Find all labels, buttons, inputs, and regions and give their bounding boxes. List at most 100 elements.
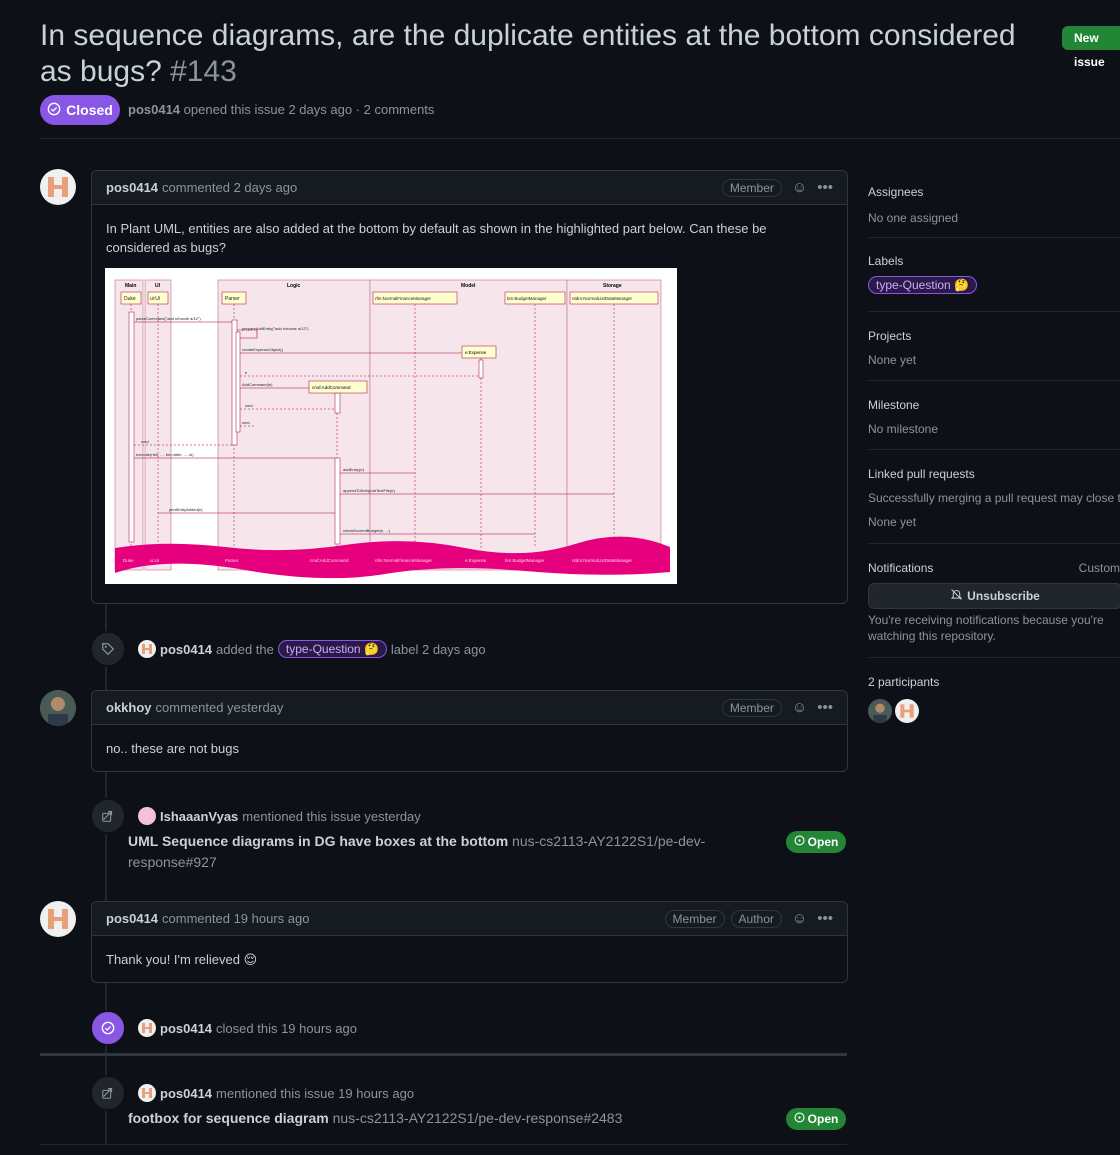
sidebar-value: None yet bbox=[868, 515, 917, 529]
notifications-desc: You're receiving notifications because y… bbox=[868, 613, 1104, 643]
issue-number: #143 bbox=[170, 55, 237, 88]
event-text: label 2 days ago bbox=[390, 641, 486, 657]
sidebar-value: No one assigned bbox=[868, 211, 959, 225]
thinking-emoji-icon: 🤔 bbox=[363, 642, 379, 656]
closed-check-icon bbox=[47, 102, 61, 119]
avatar[interactable] bbox=[40, 901, 76, 937]
issue-author[interactable]: pos0414 bbox=[128, 102, 180, 117]
sidebar-labels[interactable]: Labels type-Question 🤔 bbox=[868, 254, 1120, 294]
sidebar-heading: Milestone bbox=[868, 398, 920, 412]
thinking-emoji-icon: 🤔 bbox=[954, 278, 970, 292]
avatar[interactable] bbox=[138, 640, 156, 658]
state-badge: Closed bbox=[40, 95, 120, 125]
diagram-created: e:Expense bbox=[465, 350, 487, 355]
comment-text: Thank you! I'm relieved bbox=[106, 952, 240, 967]
kebab-icon[interactable]: ••• bbox=[817, 179, 833, 196]
bottom-divider bbox=[40, 1144, 847, 1145]
comment-author[interactable]: pos0414 bbox=[106, 180, 158, 195]
diagram-message: execute(nfm, ..., bm,ntdm, ..., ui) bbox=[136, 452, 194, 457]
event-actor[interactable]: pos0414 bbox=[160, 1086, 212, 1101]
sequence-diagram-image[interactable]: Main UI Logic Model Storage Duke ui:Ui P… bbox=[105, 268, 677, 584]
kebab-icon[interactable]: ••• bbox=[817, 699, 833, 716]
smiley-icon[interactable]: ☺ bbox=[792, 910, 807, 927]
sidebar-participants: 2 participants bbox=[868, 675, 1120, 689]
sidebar-assignees[interactable]: Assignees No one assigned bbox=[868, 185, 1120, 225]
comment-header: pos0414 commented 2 days ago Member ☺ ••… bbox=[92, 171, 847, 205]
smiley-icon[interactable]: ☺ bbox=[792, 699, 807, 716]
event-actor[interactable]: pos0414 bbox=[160, 1021, 212, 1036]
comment-time[interactable]: commented yesterday bbox=[156, 700, 284, 715]
kebab-icon[interactable]: ••• bbox=[817, 910, 833, 927]
diagram-message: cmd bbox=[245, 403, 253, 408]
sidebar-value: None yet bbox=[868, 353, 917, 367]
sidebar-divider bbox=[868, 380, 1120, 381]
event-actor[interactable]: pos0414 bbox=[160, 642, 212, 657]
comment-author[interactable]: okkhoy bbox=[106, 700, 152, 715]
event-actor[interactable]: IshaaanVyas bbox=[160, 809, 238, 824]
diagram-message: checkExceedBudget(e, ...) bbox=[343, 528, 391, 533]
reference-link[interactable]: UML Sequence diagrams in DG have boxes a… bbox=[128, 831, 778, 873]
state-label: Closed bbox=[66, 102, 113, 118]
avatar[interactable] bbox=[40, 169, 76, 205]
smiley-icon[interactable]: ☺ bbox=[792, 179, 807, 196]
label-pill[interactable]: type-Question 🤔 bbox=[868, 276, 978, 294]
diagram-footer: Duke bbox=[123, 558, 134, 563]
timeline-divider bbox=[40, 1053, 847, 1056]
avatar[interactable] bbox=[138, 1084, 156, 1102]
open-state-badge: Open bbox=[786, 1108, 846, 1130]
diagram-message: parseCommand("add n/movie a/12") bbox=[136, 316, 201, 321]
diagram-message: cmd bbox=[242, 420, 250, 425]
sidebar-heading: Linked pull requests bbox=[868, 467, 975, 481]
comment-header: okkhoy commented yesterday Member ☺ ••• bbox=[92, 691, 847, 725]
diagram-message: AddCommand(e) bbox=[242, 382, 273, 387]
diagram-participant: ntdm:NormalListDataManager bbox=[572, 296, 633, 301]
new-issue-button[interactable]: New issue bbox=[1062, 26, 1120, 69]
diagram-message: addEntry(e) bbox=[343, 467, 365, 472]
sidebar-milestone[interactable]: Milestone No milestone bbox=[868, 398, 1120, 436]
diagram-footer: e:Expense bbox=[465, 558, 487, 563]
diagram-message: cmd bbox=[141, 439, 149, 444]
diagram-box-label: Logic bbox=[287, 283, 301, 289]
header-divider bbox=[40, 138, 1120, 139]
avatar[interactable] bbox=[138, 807, 156, 825]
comment-author[interactable]: pos0414 bbox=[106, 911, 158, 926]
diagram-footer: Parser bbox=[225, 558, 239, 563]
open-label: Open bbox=[807, 1112, 839, 1126]
reference-repo[interactable]: nus-cs2113-AY2122S1/pe-dev-response#2483 bbox=[333, 1110, 623, 1126]
avatar[interactable] bbox=[138, 1019, 156, 1037]
sidebar-heading: 2 participants bbox=[868, 675, 940, 689]
avatar[interactable] bbox=[40, 690, 76, 726]
comment: pos0414 commented 19 hours ago Member Au… bbox=[91, 901, 848, 983]
comment-time[interactable]: commented 2 days ago bbox=[162, 180, 297, 195]
relieved-emoji-icon: 😌 bbox=[243, 952, 258, 967]
closed-check-icon bbox=[90, 1010, 126, 1046]
role-badge: Author bbox=[730, 909, 782, 928]
diagram-participant: bm:BudgetManager bbox=[507, 296, 547, 301]
diagram-footer: ntdm:NormalListDataManager bbox=[572, 558, 633, 563]
unsubscribe-button[interactable]: Unsubscribe bbox=[868, 583, 1120, 609]
comment-time[interactable]: commented 19 hours ago bbox=[162, 911, 309, 926]
comment-header: pos0414 commented 19 hours ago Member Au… bbox=[92, 902, 847, 936]
sidebar-heading: Assignees bbox=[868, 185, 924, 199]
sidebar-divider bbox=[868, 237, 1120, 238]
diagram-participant: Parser bbox=[225, 296, 240, 302]
issue-meta: pos0414 opened this issue 2 days ago · 2… bbox=[128, 102, 434, 117]
sidebar-linked-prs[interactable]: Linked pull requests Successfully mergin… bbox=[868, 467, 1120, 529]
sidebar-divider bbox=[868, 449, 1120, 450]
reference-title[interactable]: UML Sequence diagrams in DG have boxes a… bbox=[128, 833, 508, 849]
sidebar-projects[interactable]: Projects None yet bbox=[868, 329, 1120, 367]
reference-title[interactable]: footbox for sequence diagram bbox=[128, 1110, 329, 1126]
open-issue-icon bbox=[794, 1112, 805, 1126]
event-label-added: pos0414 added the type-Question 🤔 label … bbox=[90, 631, 486, 667]
participant-avatar[interactable] bbox=[895, 699, 919, 723]
label-name: type-Question bbox=[876, 278, 951, 292]
reference-link[interactable]: footbox for sequence diagram nus-cs2113-… bbox=[128, 1108, 778, 1129]
diagram-message: prepareAddEntry("add n/movie a/12") bbox=[242, 326, 309, 331]
customize-link[interactable]: Custom bbox=[1079, 561, 1120, 575]
bell-slash-icon bbox=[950, 588, 963, 604]
diagram-message: createExpenseObject() bbox=[242, 347, 284, 352]
participant-avatar[interactable] bbox=[868, 699, 892, 723]
unsubscribe-label: Unsubscribe bbox=[967, 589, 1040, 603]
label-pill[interactable]: type-Question 🤔 bbox=[277, 640, 387, 658]
sidebar-value: No milestone bbox=[868, 422, 939, 436]
